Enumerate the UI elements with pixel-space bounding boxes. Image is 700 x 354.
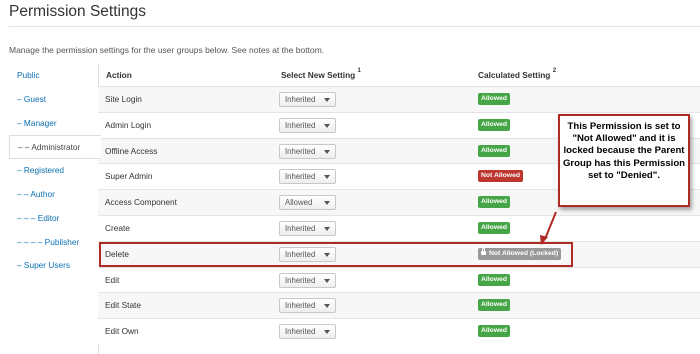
calculated-setting-badge: Allowed <box>478 221 511 234</box>
table-row: Edit Own Inherited Allowed <box>98 318 700 344</box>
setting-select[interactable]: Inherited <box>279 143 336 159</box>
chevron-down-icon <box>324 201 330 206</box>
setting-select-value: Inherited <box>285 172 316 182</box>
chevron-down-icon <box>324 304 330 309</box>
sidebar-item-registered[interactable]: – Registered <box>9 159 95 183</box>
setting-select-value: Inherited <box>285 327 316 337</box>
calculated-setting-label: Allowed <box>481 301 508 309</box>
action-name: Edit <box>105 274 120 285</box>
group-sidebar: Public – Guest – Manager – – Administrat… <box>9 64 101 278</box>
calculated-setting-label: Allowed <box>481 120 508 128</box>
calculated-setting-label: Allowed <box>481 198 508 206</box>
action-name: Super Admin <box>105 171 153 182</box>
action-name: Create <box>105 222 130 233</box>
header-calculated-setting: Calculated Setting 2 <box>478 68 557 80</box>
setting-select-value: Inherited <box>285 120 316 130</box>
action-name: Edit Own <box>105 326 139 337</box>
table-row: Site Login Inherited Allowed <box>98 86 700 112</box>
sidebar-item-administrator[interactable]: – – Administrator <box>9 135 101 160</box>
action-name: Edit State <box>105 300 141 311</box>
sidebar-item-publisher[interactable]: – – – – Publisher <box>9 231 95 255</box>
calculated-setting-label: Not Allowed <box>481 172 521 180</box>
setting-select-value: Allowed <box>285 198 313 208</box>
annotation-callout: This Permission is set to "Not Allowed" … <box>558 114 690 207</box>
table-row: Create Inherited Allowed <box>98 214 700 241</box>
calculated-setting-badge: Not Allowed <box>478 170 524 183</box>
setting-select-value: Inherited <box>285 275 316 285</box>
sidebar-item-author[interactable]: – – Author <box>9 183 95 207</box>
calculated-setting-label: Allowed <box>481 223 508 231</box>
sidebar-item-guest[interactable]: – Guest <box>9 88 95 112</box>
chevron-down-icon <box>324 278 330 283</box>
sidebar-item-editor[interactable]: – – – Editor <box>9 207 95 231</box>
calculated-setting-label: Allowed <box>481 146 508 154</box>
action-name: Admin Login <box>105 119 152 130</box>
action-name: Site Login <box>105 94 142 104</box>
setting-select[interactable]: Inherited <box>279 272 336 288</box>
page-title: Permission Settings <box>9 3 146 20</box>
title-divider <box>9 26 700 27</box>
setting-select-value: Inherited <box>285 301 316 311</box>
setting-select[interactable]: Inherited <box>279 169 336 185</box>
calculated-setting-badge: Allowed <box>478 196 511 209</box>
calculated-setting-badge: Allowed <box>478 93 511 105</box>
setting-select-value: Inherited <box>285 95 316 104</box>
setting-select-value: Inherited <box>285 223 316 233</box>
calculated-setting-label: Allowed <box>481 275 508 283</box>
sidebar-item-public[interactable]: Public <box>9 64 95 88</box>
setting-select[interactable]: Inherited <box>279 117 336 133</box>
footnote-2: 2 <box>552 68 557 74</box>
header-action: Action <box>106 70 132 80</box>
delete-row-highlight <box>99 242 573 267</box>
sidebar-item-manager[interactable]: – Manager <box>9 112 95 136</box>
header-select-new-setting: Select New Setting 1 <box>281 68 361 80</box>
setting-select[interactable]: Inherited <box>279 220 336 236</box>
chevron-down-icon <box>324 175 330 180</box>
chevron-down-icon <box>324 149 330 154</box>
calculated-setting-badge: Allowed <box>478 118 511 131</box>
calculated-setting-label: Allowed <box>481 95 508 102</box>
intro-text: Manage the permission settings for the u… <box>9 45 325 55</box>
chevron-down-icon <box>324 226 330 231</box>
setting-select[interactable]: Allowed <box>279 195 336 211</box>
footnote-1: 1 <box>357 68 361 74</box>
setting-select-value: Inherited <box>285 146 316 156</box>
calculated-setting-badge: Allowed <box>478 144 511 157</box>
header-calculated-label: Calculated Setting <box>478 70 551 80</box>
table-row: Edit Inherited Allowed <box>98 266 700 293</box>
calculated-setting-badge: Allowed <box>478 325 511 338</box>
calculated-setting-badge: Allowed <box>478 299 511 312</box>
action-name: Offline Access <box>105 145 158 156</box>
setting-select[interactable]: Inherited <box>279 92 336 107</box>
chevron-down-icon <box>324 330 330 335</box>
chevron-down-icon <box>324 98 330 102</box>
chevron-down-icon <box>324 123 330 128</box>
calculated-setting-badge: Allowed <box>478 273 511 286</box>
header-select-label: Select New Setting <box>281 70 356 80</box>
table-row: Edit State Inherited Allowed <box>98 292 700 319</box>
setting-select[interactable]: Inherited <box>279 298 336 314</box>
table-header: Action Select New Setting 1 Calculated S… <box>98 64 700 86</box>
setting-select[interactable]: Inherited <box>279 324 336 340</box>
sidebar-item-super-users[interactable]: – Super Users <box>9 254 95 278</box>
action-name: Access Component <box>105 197 177 208</box>
calculated-setting-label: Allowed <box>481 327 508 335</box>
